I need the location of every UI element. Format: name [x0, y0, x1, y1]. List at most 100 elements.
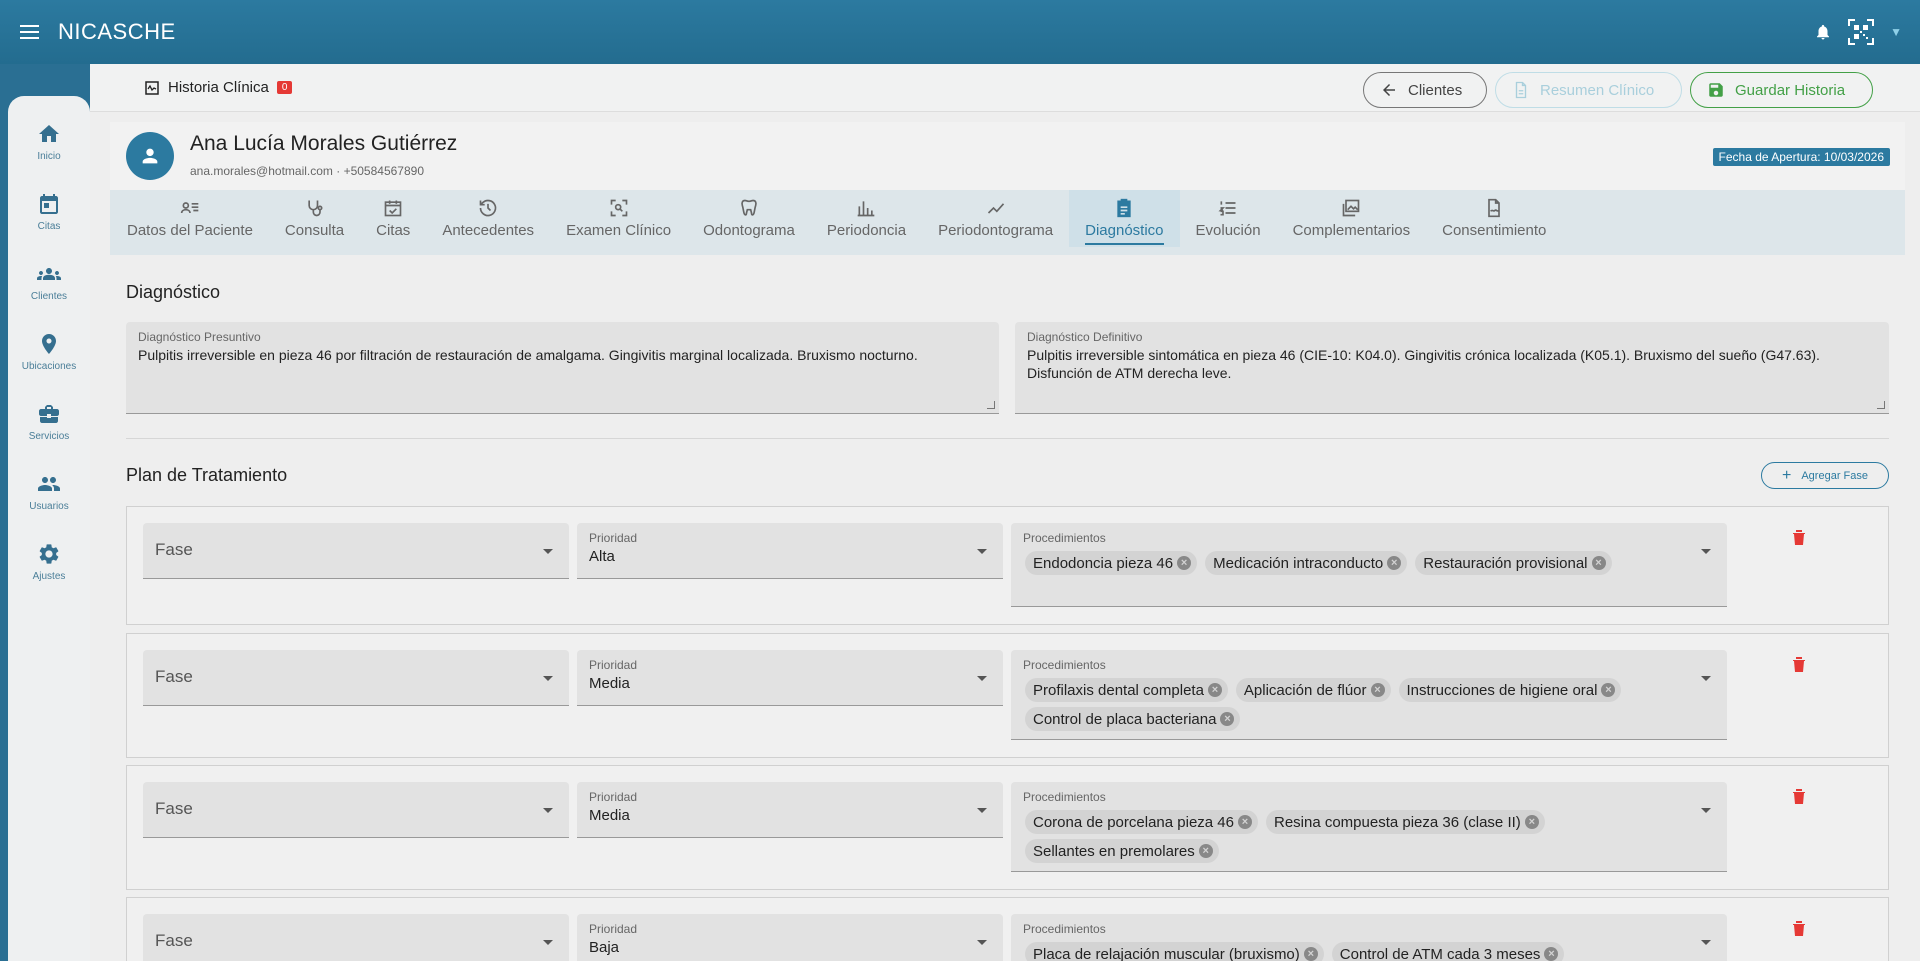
remove-chip-icon[interactable]: ×	[1524, 815, 1539, 829]
remove-chip-icon[interactable]: ×	[1303, 947, 1318, 961]
tab-datos-paciente[interactable]: Datos del Paciente	[111, 190, 269, 247]
tab-periodontograma[interactable]: Periodontograma	[922, 190, 1069, 247]
priority-select[interactable]: Prioridad Media	[577, 782, 1003, 838]
qr-scan-icon[interactable]	[1848, 19, 1875, 45]
procedures-select[interactable]: Procedimientos Corona de porcelana pieza…	[1011, 782, 1727, 872]
phase-select[interactable]: Fase	[143, 914, 569, 961]
sidebar: Inicio Citas Clientes Ubicaciones Servic…	[8, 96, 90, 961]
remove-chip-icon[interactable]: ×	[1177, 556, 1192, 570]
field-label: Procedimientos	[1023, 531, 1106, 545]
field-label: Procedimientos	[1023, 658, 1106, 672]
tab-consulta[interactable]: Consulta	[269, 190, 360, 247]
tab-complementarios[interactable]: Complementarios	[1277, 190, 1427, 247]
select-placeholder: Fase	[155, 540, 193, 559]
patient-contact: ana.morales@hotmail.com · +50584567890	[190, 164, 424, 178]
chevron-down-icon	[1701, 808, 1711, 813]
phase-select[interactable]: Fase	[143, 650, 569, 706]
remove-chip-icon[interactable]: ×	[1198, 844, 1213, 858]
sidebar-item-usuarios[interactable]: Usuarios	[8, 472, 90, 542]
history-icon	[479, 199, 497, 217]
remove-chip-icon[interactable]: ×	[1387, 556, 1402, 570]
chip-label: Aplicación de flúor	[1243, 681, 1367, 699]
sidebar-item-label: Ubicaciones	[21, 361, 77, 372]
resize-handle-icon[interactable]	[987, 401, 995, 409]
image-library-icon	[1343, 199, 1360, 217]
remove-chip-icon[interactable]: ×	[1220, 712, 1235, 726]
presumptive-diagnosis-field[interactable]: Diagnóstico Presuntivo Pulpitis irrevers…	[126, 322, 999, 414]
clinical-summary-button[interactable]: Resumen Clínico	[1495, 72, 1682, 108]
remove-chip-icon[interactable]: ×	[1544, 947, 1559, 961]
delete-phase-button[interactable]	[1792, 788, 1808, 804]
chip-label: Restauración provisional	[1423, 554, 1588, 572]
chip-label: Medicación intraconducto	[1213, 554, 1384, 572]
priority-select[interactable]: Prioridad Media	[577, 650, 1003, 706]
phase-select[interactable]: Fase	[143, 523, 569, 579]
trend-line-icon	[987, 203, 1004, 214]
list-numbered-icon	[1218, 201, 1236, 216]
chevron-down-icon	[977, 940, 987, 945]
phase-select[interactable]: Fase	[143, 782, 569, 838]
sidebar-item-label: Ajustes	[32, 571, 66, 582]
procedure-chip: Placa de relajación muscular (bruxismo) ×	[1025, 942, 1324, 961]
back-to-clients-button[interactable]: Clientes	[1363, 72, 1487, 108]
opening-date-badge: Fecha de Apertura: 10/03/2026	[1712, 148, 1890, 166]
bell-icon[interactable]	[1814, 22, 1832, 42]
gear-icon	[39, 544, 59, 564]
tab-citas[interactable]: Citas	[360, 190, 426, 247]
add-phase-button[interactable]: + Agregar Fase	[1761, 462, 1889, 489]
clinical-history-icon	[145, 80, 159, 95]
menu-icon[interactable]	[18, 20, 42, 44]
sidebar-item-ajustes[interactable]: Ajustes	[8, 542, 90, 612]
remove-chip-icon[interactable]: ×	[1237, 815, 1252, 829]
sidebar-item-citas[interactable]: Citas	[8, 192, 90, 262]
priority-select[interactable]: Prioridad Baja	[577, 914, 1003, 961]
person-list-icon	[180, 202, 199, 214]
field-value: Pulpitis irreversible en pieza 46 por fi…	[138, 347, 918, 363]
tab-evolucion[interactable]: Evolución	[1180, 190, 1277, 247]
procedures-select[interactable]: Procedimientos Endodoncia pieza 46 × Medi…	[1011, 523, 1727, 607]
remove-chip-icon[interactable]: ×	[1207, 683, 1222, 697]
trash-icon	[1793, 921, 1805, 936]
resize-handle-icon[interactable]	[1877, 401, 1885, 409]
chip-label: Instrucciones de higiene oral	[1406, 681, 1598, 699]
tab-label: Datos del Paciente	[127, 222, 253, 239]
tab-examen-clinico[interactable]: Examen Clínico	[550, 190, 687, 247]
users-icon	[38, 477, 60, 491]
treatment-plan-title: Plan de Tratamiento	[126, 465, 288, 485]
tab-consentimiento[interactable]: Consentimiento	[1426, 190, 1562, 247]
delete-phase-button[interactable]	[1792, 656, 1808, 672]
account-dropdown-icon[interactable]: ▼	[1890, 25, 1902, 39]
tab-label: Odontograma	[703, 222, 795, 239]
page-title-text: Historia Clínica	[168, 79, 269, 96]
status-badge: 0	[276, 81, 293, 94]
tab-odontograma[interactable]: Odontograma	[687, 190, 811, 247]
select-placeholder: Fase	[155, 667, 193, 686]
trash-icon	[1793, 530, 1805, 545]
patient-name: Ana Lucía Morales Gutiérrez	[190, 132, 458, 155]
remove-chip-icon[interactable]: ×	[1370, 683, 1385, 697]
treatment-phase: Fase Prioridad Alta Procedimientos Endod…	[126, 506, 1889, 625]
definitive-diagnosis-field[interactable]: Diagnóstico Definitivo Pulpitis irrevers…	[1015, 322, 1889, 414]
sidebar-item-servicios[interactable]: Servicios	[8, 402, 90, 472]
save-history-button[interactable]: Guardar Historia	[1690, 72, 1873, 108]
delete-phase-button[interactable]	[1792, 920, 1808, 936]
procedures-select[interactable]: Procedimientos Profilaxis dental complet…	[1011, 650, 1727, 740]
chevron-down-icon	[977, 676, 987, 681]
tab-antecedentes[interactable]: Antecedentes	[426, 190, 550, 247]
remove-chip-icon[interactable]: ×	[1591, 556, 1606, 570]
treatment-phase: Fase Prioridad Media Procedimientos Prof…	[126, 633, 1889, 758]
priority-select[interactable]: Prioridad Alta	[577, 523, 1003, 579]
remove-chip-icon[interactable]: ×	[1601, 683, 1616, 697]
procedure-chip: Control de placa bacteriana ×	[1025, 707, 1241, 731]
procedure-chip: Instrucciones de higiene oral ×	[1398, 678, 1622, 702]
sidebar-item-clientes[interactable]: Clientes	[8, 262, 90, 332]
button-label: Clientes	[1408, 81, 1463, 99]
tab-periodoncia[interactable]: Periodoncia	[811, 190, 922, 247]
chevron-down-icon	[977, 808, 987, 813]
sidebar-item-ubicaciones[interactable]: Ubicaciones	[8, 332, 90, 402]
sidebar-item-inicio[interactable]: Inicio	[8, 122, 90, 192]
procedures-select[interactable]: Procedimientos Placa de relajación muscu…	[1011, 914, 1727, 961]
tab-diagnostico[interactable]: Diagnóstico	[1069, 190, 1180, 247]
delete-phase-button[interactable]	[1792, 529, 1808, 545]
chevron-down-icon	[977, 549, 987, 554]
